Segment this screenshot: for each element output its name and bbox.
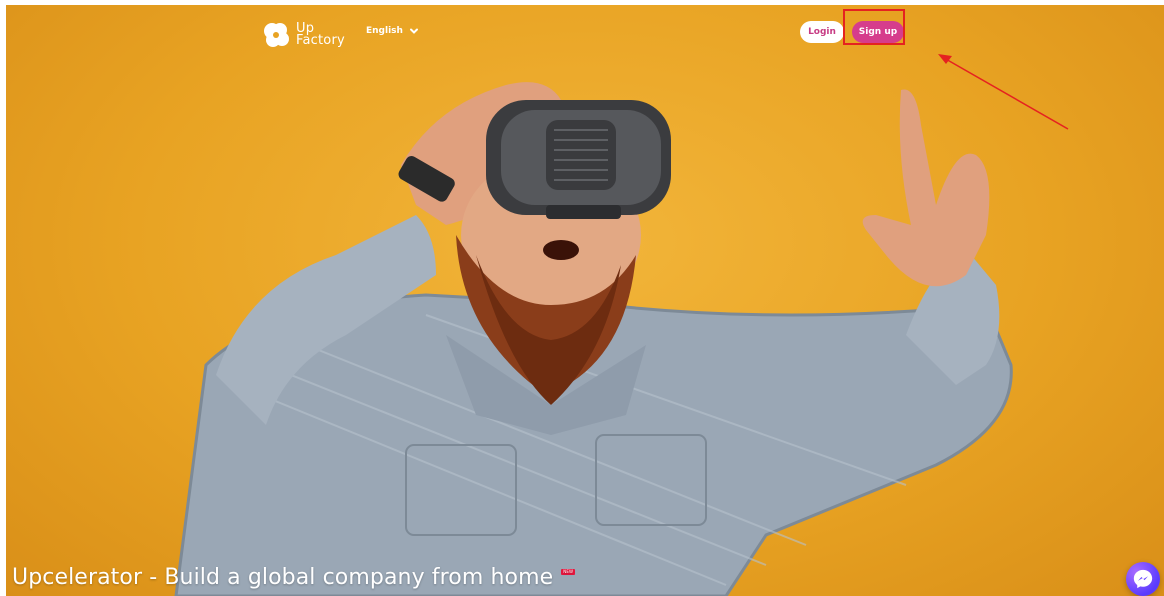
language-selector[interactable]: English — [366, 26, 419, 36]
language-label: English — [366, 26, 403, 36]
logo-line2: Factory — [296, 33, 345, 48]
hero-image — [174, 82, 1013, 596]
messenger-chat-button[interactable] — [1126, 562, 1160, 596]
logo[interactable]: Up Factory — [262, 19, 345, 51]
hero-headline: Upcelerator - Build a global company fro… — [12, 565, 576, 590]
page: Up Factory English Login Sign up Upceler… — [0, 0, 1164, 596]
flower-logo-icon — [264, 23, 289, 47]
messenger-icon — [1133, 569, 1153, 589]
new-badge: NEW — [561, 568, 576, 575]
chevron-down-icon — [409, 28, 418, 34]
hero-banner: Up Factory English Login Sign up Upceler… — [6, 5, 1164, 596]
logo-text: Up Factory — [296, 22, 345, 48]
signup-highlight-box — [843, 9, 905, 45]
hero-headline-text: Upcelerator - Build a global company fro… — [12, 565, 554, 590]
login-button[interactable]: Login — [800, 21, 844, 43]
